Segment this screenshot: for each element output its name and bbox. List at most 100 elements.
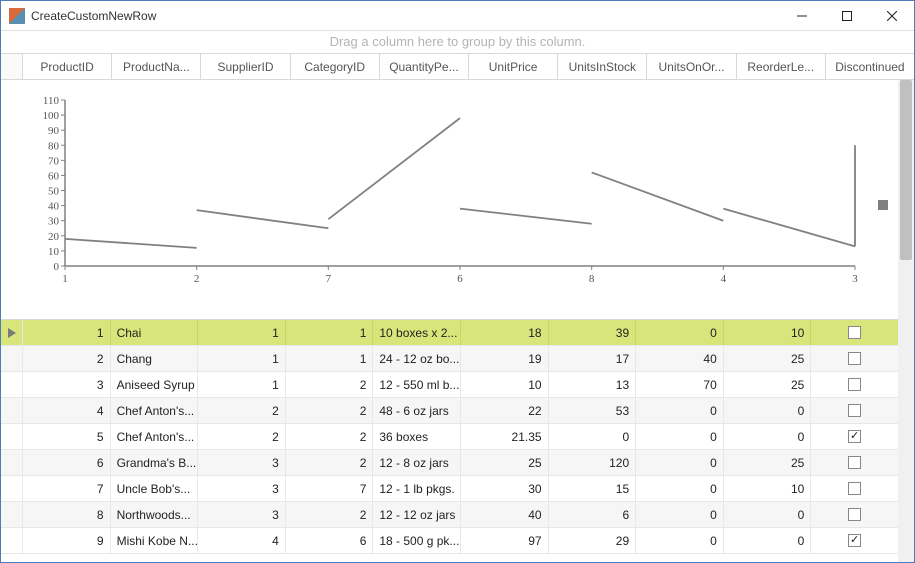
cell-unitprice[interactable]: 18 xyxy=(461,320,549,345)
checkbox-icon[interactable] xyxy=(848,456,861,469)
cell-reorderlevel[interactable]: 0 xyxy=(724,528,812,553)
column-header-productid[interactable]: ProductID xyxy=(23,54,112,79)
cell-unitsinstock[interactable]: 0 xyxy=(549,424,637,449)
cell-unitsinstock[interactable]: 17 xyxy=(549,346,637,371)
cell-quantityperunit[interactable]: 12 - 550 ml b... xyxy=(373,372,461,397)
cell-unitsonorder[interactable]: 0 xyxy=(636,398,724,423)
cell-supplierid[interactable]: 1 xyxy=(198,346,286,371)
cell-categoryid[interactable]: 7 xyxy=(286,476,374,501)
cell-categoryid[interactable]: 1 xyxy=(286,320,374,345)
cell-productname[interactable]: Northwoods... xyxy=(111,502,199,527)
cell-reorderlevel[interactable]: 25 xyxy=(724,372,812,397)
scrollbar-thumb[interactable] xyxy=(900,80,912,260)
cell-discontinued[interactable] xyxy=(811,398,898,423)
table-row[interactable]: 6 Grandma's B... 3 2 12 - 8 oz jars 25 1… xyxy=(1,450,898,476)
cell-unitsinstock[interactable]: 53 xyxy=(549,398,637,423)
cell-unitsonorder[interactable]: 0 xyxy=(636,528,724,553)
table-row[interactable]: 9 Mishi Kobe N... 4 6 18 - 500 g pk... 9… xyxy=(1,528,898,554)
cell-quantityperunit[interactable]: 36 boxes xyxy=(373,424,461,449)
cell-unitsonorder[interactable]: 0 xyxy=(636,450,724,475)
close-button[interactable] xyxy=(869,1,914,30)
cell-unitsonorder[interactable]: 0 xyxy=(636,476,724,501)
column-header-unitprice[interactable]: UnitPrice xyxy=(469,54,558,79)
cell-categoryid[interactable]: 2 xyxy=(286,450,374,475)
cell-unitprice[interactable]: 22 xyxy=(461,398,549,423)
cell-unitprice[interactable]: 30 xyxy=(461,476,549,501)
checkbox-icon[interactable]: ✓ xyxy=(848,430,861,443)
checkbox-icon[interactable] xyxy=(848,378,861,391)
cell-categoryid[interactable]: 2 xyxy=(286,372,374,397)
cell-supplierid[interactable]: 4 xyxy=(198,528,286,553)
cell-discontinued[interactable] xyxy=(811,346,898,371)
cell-reorderlevel[interactable]: 10 xyxy=(724,320,812,345)
table-row[interactable]: 8 Northwoods... 3 2 12 - 12 oz jars 40 6… xyxy=(1,502,898,528)
cell-productid[interactable]: 6 xyxy=(23,450,111,475)
checkbox-icon[interactable] xyxy=(848,404,861,417)
cell-productname[interactable]: Chef Anton's... xyxy=(111,424,199,449)
cell-productid[interactable]: 3 xyxy=(23,372,111,397)
cell-supplierid[interactable]: 3 xyxy=(198,476,286,501)
titlebar[interactable]: CreateCustomNewRow xyxy=(1,1,914,31)
column-header-quantityperunit[interactable]: QuantityPe... xyxy=(380,54,469,79)
cell-categoryid[interactable]: 2 xyxy=(286,502,374,527)
cell-unitsinstock[interactable]: 120 xyxy=(549,450,637,475)
cell-reorderlevel[interactable]: 25 xyxy=(724,346,812,371)
cell-quantityperunit[interactable]: 24 - 12 oz bo... xyxy=(373,346,461,371)
checkbox-icon[interactable] xyxy=(848,326,861,339)
checkbox-icon[interactable] xyxy=(848,352,861,365)
cell-productid[interactable]: 9 xyxy=(23,528,111,553)
cell-quantityperunit[interactable]: 48 - 6 oz jars xyxy=(373,398,461,423)
table-row[interactable]: 7 Uncle Bob's... 3 7 12 - 1 lb pkgs. 30 … xyxy=(1,476,898,502)
cell-supplierid[interactable]: 3 xyxy=(198,502,286,527)
cell-quantityperunit[interactable]: 12 - 8 oz jars xyxy=(373,450,461,475)
cell-productid[interactable]: 5 xyxy=(23,424,111,449)
cell-unitsonorder[interactable]: 70 xyxy=(636,372,724,397)
vertical-scrollbar[interactable] xyxy=(898,80,914,562)
cell-productid[interactable]: 8 xyxy=(23,502,111,527)
cell-supplierid[interactable]: 1 xyxy=(198,320,286,345)
table-row[interactable]: 1 Chai 1 1 10 boxes x 2... 18 39 0 10 xyxy=(1,320,898,346)
column-header-discontinued[interactable]: Discontinued xyxy=(826,54,914,79)
cell-supplierid[interactable]: 2 xyxy=(198,398,286,423)
cell-unitsonorder[interactable]: 0 xyxy=(636,424,724,449)
cell-productname[interactable]: Uncle Bob's... xyxy=(111,476,199,501)
cell-unitsinstock[interactable]: 6 xyxy=(549,502,637,527)
column-header-reorderlevel[interactable]: ReorderLe... xyxy=(737,54,826,79)
cell-discontinued[interactable] xyxy=(811,450,898,475)
cell-unitprice[interactable]: 21.35 xyxy=(461,424,549,449)
cell-supplierid[interactable]: 1 xyxy=(198,372,286,397)
cell-productid[interactable]: 1 xyxy=(23,320,111,345)
cell-discontinued[interactable]: ✓ xyxy=(811,528,898,553)
cell-unitprice[interactable]: 25 xyxy=(461,450,549,475)
cell-quantityperunit[interactable]: 18 - 500 g pk... xyxy=(373,528,461,553)
cell-unitprice[interactable]: 19 xyxy=(461,346,549,371)
cell-productid[interactable]: 4 xyxy=(23,398,111,423)
cell-unitprice[interactable]: 97 xyxy=(461,528,549,553)
table-row[interactable]: 4 Chef Anton's... 2 2 48 - 6 oz jars 22 … xyxy=(1,398,898,424)
maximize-button[interactable] xyxy=(824,1,869,30)
cell-unitsonorder[interactable]: 0 xyxy=(636,502,724,527)
cell-categoryid[interactable]: 2 xyxy=(286,424,374,449)
column-header-unitsonorder[interactable]: UnitsOnOr... xyxy=(647,54,736,79)
cell-discontinued[interactable] xyxy=(811,502,898,527)
cell-productname[interactable]: Mishi Kobe N... xyxy=(111,528,199,553)
cell-quantityperunit[interactable]: 10 boxes x 2... xyxy=(373,320,461,345)
column-header-categoryid[interactable]: CategoryID xyxy=(291,54,380,79)
column-header-unitsinstock[interactable]: UnitsInStock xyxy=(558,54,647,79)
checkbox-icon[interactable] xyxy=(848,482,861,495)
cell-unitsinstock[interactable]: 29 xyxy=(549,528,637,553)
column-header-supplierid[interactable]: SupplierID xyxy=(201,54,290,79)
cell-reorderlevel[interactable]: 0 xyxy=(724,502,812,527)
cell-unitsinstock[interactable]: 13 xyxy=(549,372,637,397)
cell-unitprice[interactable]: 40 xyxy=(461,502,549,527)
cell-productid[interactable]: 7 xyxy=(23,476,111,501)
column-header-productname[interactable]: ProductNa... xyxy=(112,54,201,79)
checkbox-icon[interactable]: ✓ xyxy=(848,534,861,547)
cell-unitsonorder[interactable]: 40 xyxy=(636,346,724,371)
cell-supplierid[interactable]: 2 xyxy=(198,424,286,449)
cell-unitprice[interactable]: 10 xyxy=(461,372,549,397)
cell-discontinued[interactable]: ✓ xyxy=(811,424,898,449)
cell-reorderlevel[interactable]: 10 xyxy=(724,476,812,501)
cell-unitsinstock[interactable]: 39 xyxy=(549,320,637,345)
cell-productname[interactable]: Grandma's B... xyxy=(111,450,199,475)
